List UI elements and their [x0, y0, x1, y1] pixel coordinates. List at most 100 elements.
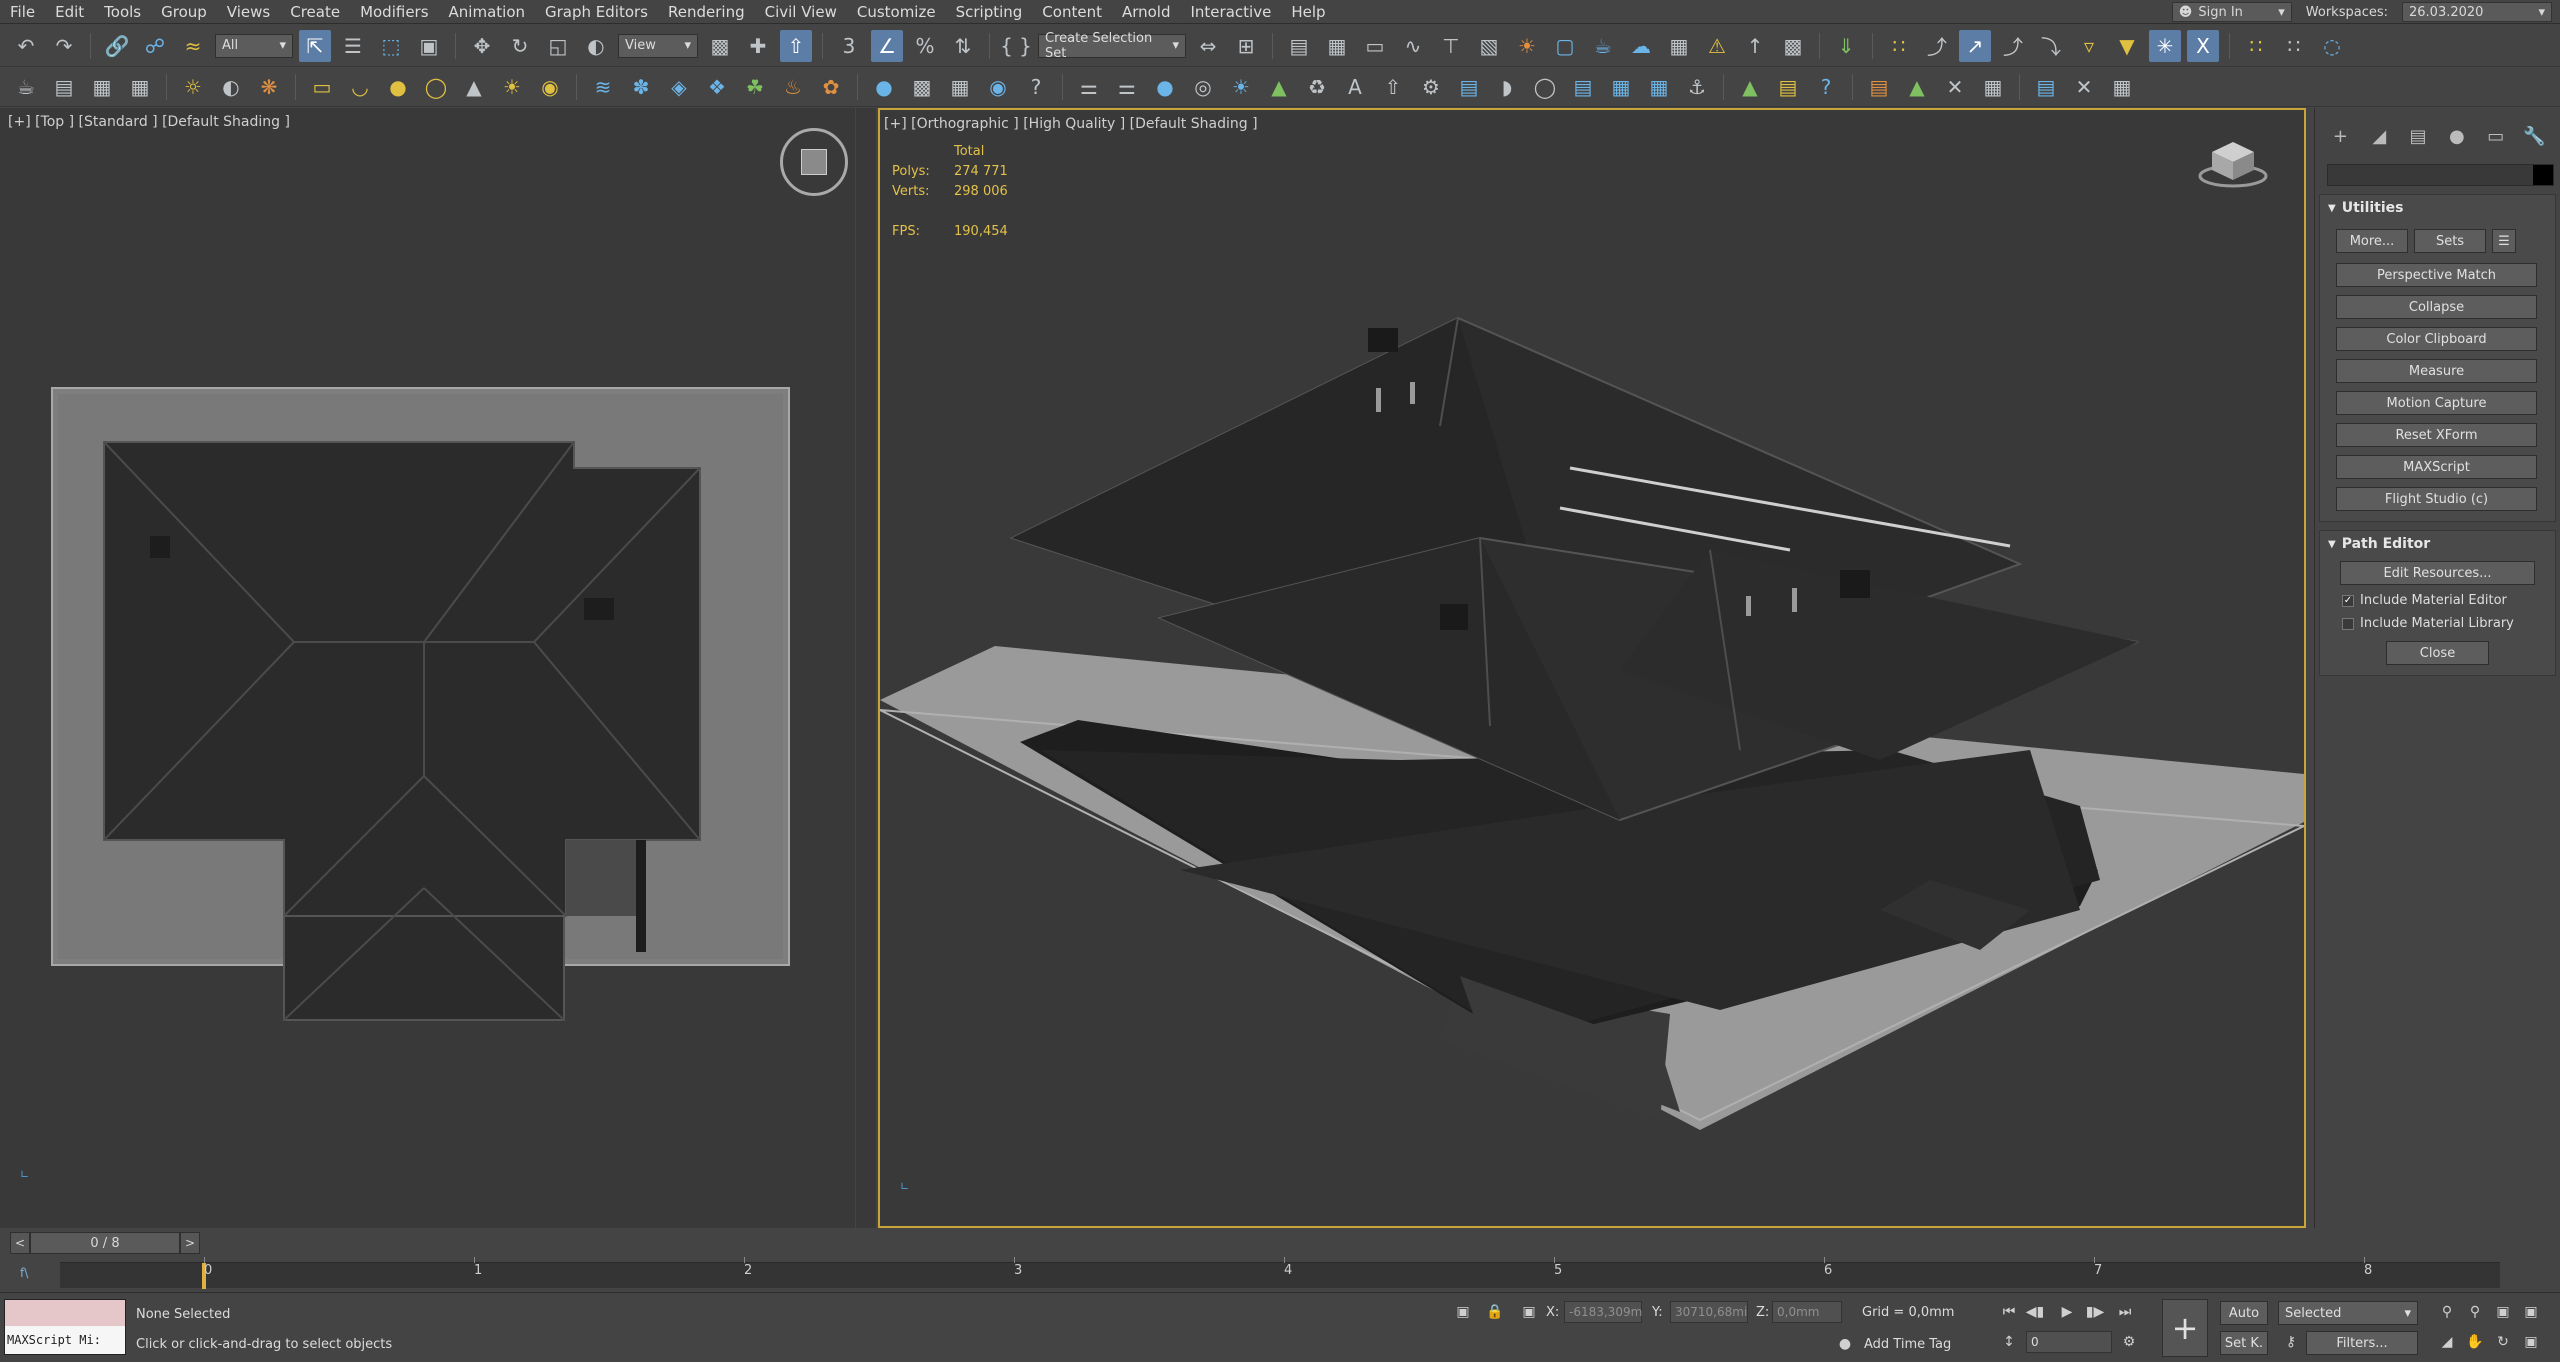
- align-grid-icon[interactable]: ∷: [2278, 30, 2310, 62]
- sets-button[interactable]: Sets: [2414, 229, 2486, 253]
- orbit-icon[interactable]: ↻: [2492, 1331, 2514, 1353]
- pivot-center-icon[interactable]: ▩: [704, 30, 736, 62]
- maxscript-input[interactable]: MAXScript Mi:: [5, 1326, 125, 1354]
- disc-icon[interactable]: ◉: [534, 71, 566, 103]
- reference-coordinate-dropdown[interactable]: View ▾: [618, 33, 698, 58]
- render-in-cloud-icon[interactable]: ☁: [1625, 30, 1657, 62]
- rendered-frame-window-icon[interactable]: ▢: [1549, 30, 1581, 62]
- bind-space-warp-icon[interactable]: ≈: [177, 30, 209, 62]
- spiral-icon[interactable]: ♻: [1301, 71, 1333, 103]
- upload-icon[interactable]: ⇧: [1377, 71, 1409, 103]
- field-of-view-icon[interactable]: ◢: [2436, 1331, 2458, 1353]
- rectangular-selection-icon[interactable]: ⬚: [375, 30, 407, 62]
- wrench-icon[interactable]: ✕: [2068, 71, 2100, 103]
- menu-tools[interactable]: Tools: [94, 3, 151, 21]
- snap-grid-icon[interactable]: ∷: [1883, 30, 1915, 62]
- snap-pivot-icon[interactable]: ⤵: [2035, 30, 2067, 62]
- sunlight-icon[interactable]: ☀: [1225, 71, 1257, 103]
- named-selection-sets-dropdown[interactable]: Create Selection Set ▾: [1038, 31, 1186, 61]
- help-circle-icon[interactable]: ?: [1020, 71, 1052, 103]
- text-icon[interactable]: A: [1339, 71, 1371, 103]
- menu-file[interactable]: File: [0, 3, 45, 21]
- go-to-end-icon[interactable]: ⏭: [2114, 1301, 2136, 1323]
- time-tag-icon[interactable]: ●: [1834, 1333, 1856, 1355]
- next-frame-icon[interactable]: ▮▶: [2084, 1301, 2106, 1323]
- edit-resources-button[interactable]: Edit Resources...: [2340, 561, 2535, 585]
- menu-scripting[interactable]: Scripting: [946, 3, 1033, 21]
- palette-icon[interactable]: ◗: [1491, 71, 1523, 103]
- collapse-button[interactable]: Collapse: [2336, 295, 2537, 319]
- include-material-library-checkbox[interactable]: [2342, 617, 2354, 630]
- modify-tab-icon[interactable]: ◢: [2364, 121, 2394, 151]
- measure-button[interactable]: Measure: [2336, 359, 2537, 383]
- workspace-dropdown[interactable]: 26.03.2020 ▾: [2402, 2, 2552, 22]
- layer-explorer-icon[interactable]: ▦: [1321, 30, 1353, 62]
- sign-in-dropdown[interactable]: ☻ Sign In ▾: [2171, 2, 2292, 22]
- render-setup-icon[interactable]: ☀: [1511, 30, 1543, 62]
- zoom-all-icon[interactable]: ⚲: [2464, 1301, 2486, 1323]
- add-time-tag[interactable]: Add Time Tag: [1864, 1337, 1951, 1352]
- physx-icon[interactable]: ◉: [982, 71, 1014, 103]
- adaptive-degradation-icon[interactable]: ◌: [2316, 30, 2348, 62]
- selection-filter-dropdown[interactable]: All ▾: [215, 33, 293, 58]
- cloth-icon[interactable]: ✽: [625, 71, 657, 103]
- play-icon[interactable]: ▶: [2056, 1301, 2078, 1323]
- sphere-icon[interactable]: ●: [382, 71, 414, 103]
- previous-frame-icon[interactable]: ◀▮: [2024, 1301, 2046, 1323]
- reset-xform-button[interactable]: Reset XForm: [2336, 423, 2537, 447]
- path-editor-rollout-header[interactable]: ▼ Path Editor: [2320, 531, 2555, 557]
- snap-bounding-icon[interactable]: ▿: [2073, 30, 2105, 62]
- menu-create[interactable]: Create: [280, 3, 350, 21]
- pan-icon[interactable]: ✋: [2464, 1331, 2486, 1353]
- snap-freeze-icon[interactable]: ✳: [2149, 29, 2181, 62]
- lock-icon[interactable]: 🔒: [1484, 1301, 1506, 1323]
- render-tool-icon[interactable]: ↑: [1739, 30, 1771, 62]
- window-object-icon[interactable]: ▦: [1605, 71, 1637, 103]
- render-element-icon[interactable]: ▤: [1453, 71, 1485, 103]
- unwrap-icon[interactable]: ▦: [944, 71, 976, 103]
- command-panel-name-field[interactable]: [2327, 164, 2554, 186]
- maxscript-listener[interactable]: MAXScript Mi:: [4, 1299, 126, 1355]
- align-icon[interactable]: ⊞: [1230, 30, 1262, 62]
- zoom-icon[interactable]: ⚲: [2436, 1301, 2458, 1323]
- chevron-left-icon[interactable]: <: [10, 1232, 30, 1254]
- flame-icon[interactable]: ♨: [777, 71, 809, 103]
- tools-icon[interactable]: ✕: [1939, 71, 1971, 103]
- menu-arnold[interactable]: Arnold: [1112, 3, 1181, 21]
- key-filters-button[interactable]: Filters...: [2306, 1331, 2418, 1355]
- rotate-icon[interactable]: ↻: [504, 30, 536, 62]
- create-tab-icon[interactable]: +: [2325, 121, 2355, 151]
- door-icon[interactable]: ▤: [1567, 71, 1599, 103]
- time-slider[interactable]: < 0 / 8 >: [10, 1232, 210, 1254]
- list-panel-icon[interactable]: ▤: [1772, 71, 1804, 103]
- railclone-icon[interactable]: ▤: [2030, 71, 2062, 103]
- snaps-toggle-icon[interactable]: 3: [833, 30, 865, 62]
- tree-icon[interactable]: ▲: [1263, 71, 1295, 103]
- configure-sets-icon[interactable]: ☰: [2492, 229, 2516, 253]
- close-button[interactable]: Close: [2386, 641, 2489, 665]
- timeline-track[interactable]: 0 1 2 3 4 5 6 7 8: [60, 1257, 2500, 1289]
- undo-icon[interactable]: ↶: [10, 30, 42, 62]
- viewport-top[interactable]: [+] [Top ] [Standard ] [Default Shading …: [0, 108, 855, 1228]
- window-crossing-icon[interactable]: ▣: [413, 30, 445, 62]
- notebook-icon[interactable]: ▦: [86, 71, 118, 103]
- viewport-divider[interactable]: [856, 108, 876, 1228]
- absolute-mode-icon[interactable]: ▣: [1518, 1301, 1540, 1323]
- maximize-viewport-icon[interactable]: ▣: [2520, 1331, 2542, 1353]
- flight-studio-button[interactable]: Flight Studio (c): [2336, 487, 2537, 511]
- warning-icon[interactable]: ⚠: [1701, 30, 1733, 62]
- isolate-selection-icon[interactable]: ▣: [1452, 1301, 1474, 1323]
- target-icon[interactable]: ◎: [1187, 71, 1219, 103]
- select-manipulate-icon[interactable]: ✚: [742, 30, 774, 62]
- zoom-extents-all-icon[interactable]: ▣: [2520, 1301, 2542, 1323]
- menu-edit[interactable]: Edit: [45, 3, 94, 21]
- menu-civil-view[interactable]: Civil View: [755, 3, 847, 21]
- color-swatch[interactable]: [2533, 165, 2553, 185]
- forest-pack-icon[interactable]: ▤: [1863, 71, 1895, 103]
- render-iterative-icon[interactable]: ▦: [1663, 30, 1695, 62]
- perspective-match-button[interactable]: Perspective Match: [2336, 263, 2537, 287]
- edit-poly-icon[interactable]: ▩: [906, 71, 938, 103]
- table-icon[interactable]: ▦: [1977, 71, 2009, 103]
- color-clipboard-button[interactable]: Color Clipboard: [2336, 327, 2537, 351]
- redo-icon[interactable]: ↷: [48, 30, 80, 62]
